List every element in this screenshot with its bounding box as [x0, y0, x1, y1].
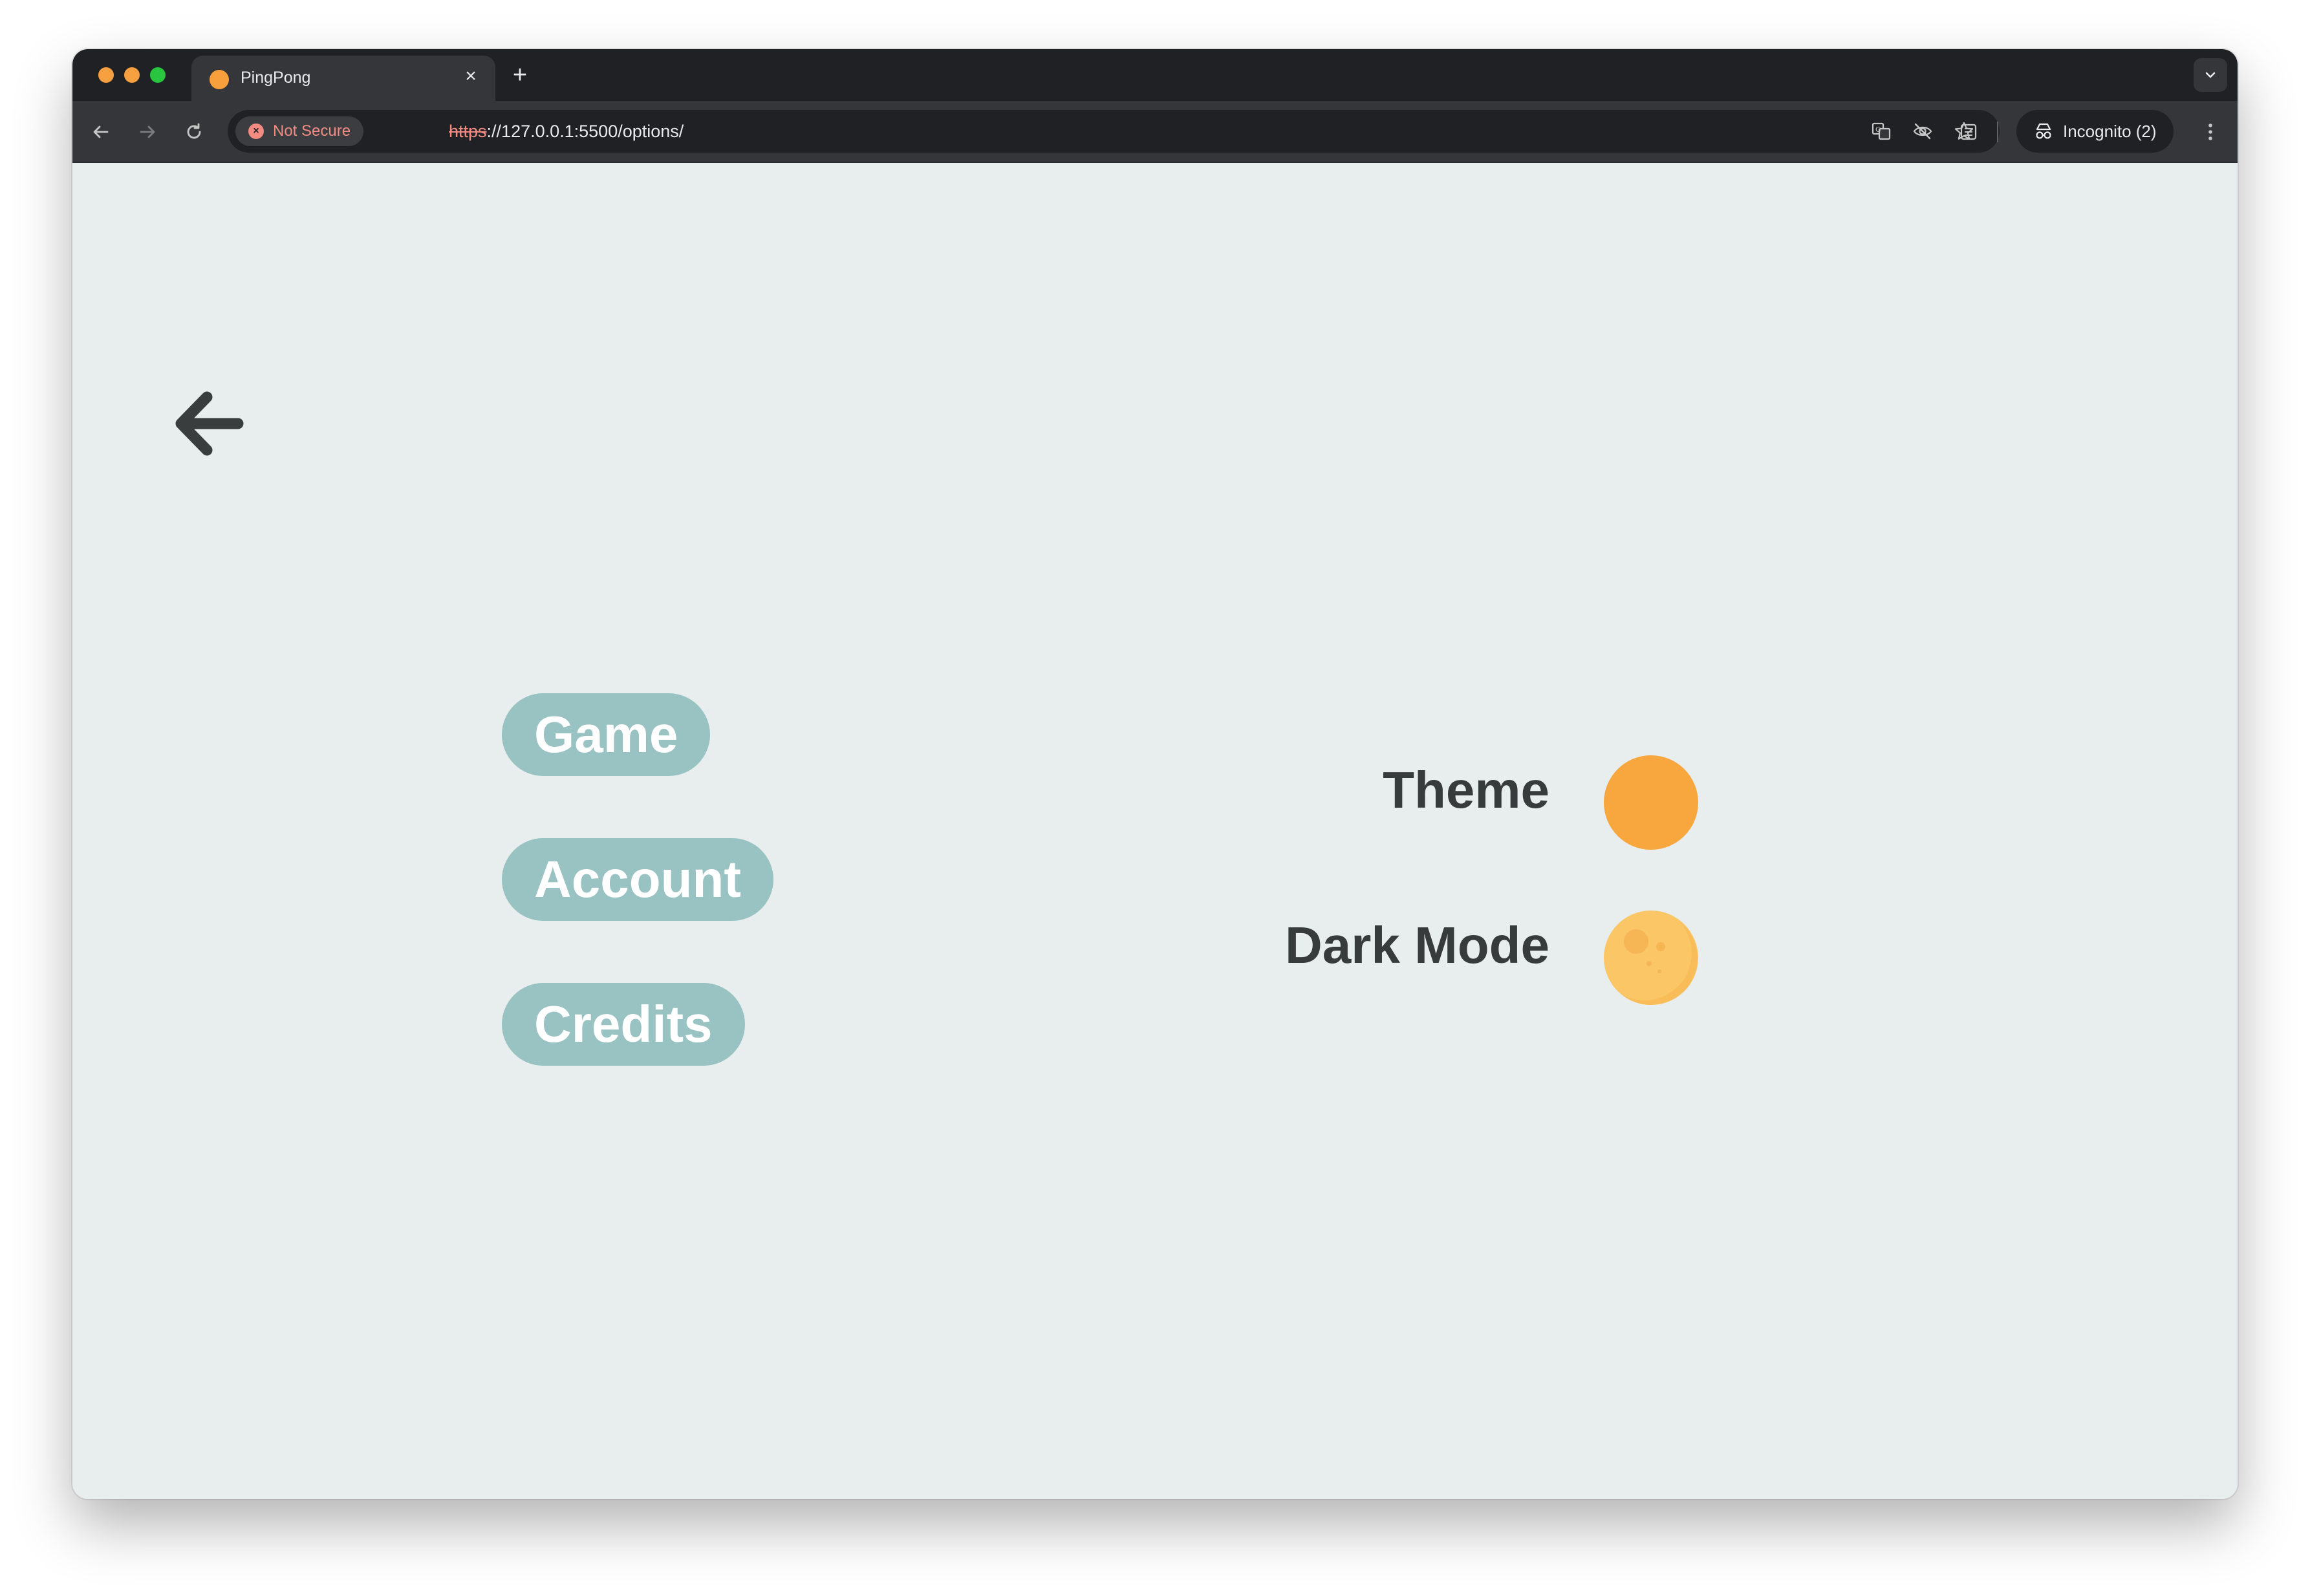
side-panel-icon	[1960, 124, 1977, 140]
profile-label: Incognito (2)	[2063, 122, 2157, 141]
back-button[interactable]	[85, 116, 116, 147]
url-text[interactable]: https://127.0.0.1:5500/options/	[449, 110, 684, 153]
tab-title: PingPong	[241, 69, 311, 87]
translate-icon[interactable]: G	[1869, 119, 1894, 144]
dark-mode-label: Dark Mode	[1285, 916, 1549, 974]
back-arrow-icon[interactable]	[173, 388, 246, 459]
reload-button[interactable]	[178, 116, 210, 147]
incognito-profile-button[interactable]: Incognito (2)	[2016, 110, 2174, 153]
url-path: ://127.0.0.1:5500/options/	[486, 122, 684, 141]
toolbar-divider	[1997, 122, 1998, 142]
tab-strip: PingPong × +	[72, 49, 2238, 101]
svg-text:G: G	[1875, 125, 1881, 134]
tab-pingpong[interactable]: PingPong ×	[191, 56, 495, 101]
browser-window: PingPong × + × Not Secure https://127.0.…	[72, 49, 2238, 1499]
not-secure-icon: ×	[248, 124, 264, 139]
new-tab-button[interactable]: +	[506, 61, 534, 89]
arrow-left-icon	[93, 125, 109, 138]
tab-search-button[interactable]	[2194, 58, 2227, 92]
browser-menu-button[interactable]	[2196, 118, 2225, 146]
moon-icon[interactable]	[1604, 911, 1698, 1005]
window-maximize-button[interactable]	[150, 67, 166, 83]
options-page: Game Account Credits Theme Dark Mode	[72, 163, 2238, 1499]
theme-toggle[interactable]	[1604, 755, 1698, 850]
credits-button[interactable]: Credits	[502, 983, 745, 1066]
game-button[interactable]: Game	[502, 693, 711, 776]
more-vertical-icon	[2208, 124, 2212, 140]
security-label: Not Secure	[273, 122, 351, 140]
favicon-icon	[210, 70, 229, 89]
reload-icon	[187, 123, 201, 139]
window-close-button[interactable]	[98, 67, 114, 83]
theme-label: Theme	[1383, 761, 1549, 819]
arrow-right-icon	[140, 125, 155, 138]
address-bar[interactable]: × Not Secure https://127.0.0.1:5500/opti…	[228, 110, 2000, 153]
browser-toolbar: × Not Secure https://127.0.0.1:5500/opti…	[72, 101, 2238, 163]
eye-off-icon[interactable]	[1910, 119, 1935, 144]
tab-close-icon[interactable]: ×	[459, 65, 482, 88]
chevron-down-icon	[2205, 72, 2216, 78]
window-minimize-button[interactable]	[124, 67, 140, 83]
account-button[interactable]: Account	[502, 838, 773, 921]
reading-list-button[interactable]	[1954, 118, 1983, 146]
forward-button[interactable]	[132, 116, 163, 147]
security-chip[interactable]: × Not Secure	[235, 116, 364, 146]
url-scheme: https	[449, 122, 487, 141]
incognito-icon	[2036, 123, 2051, 139]
